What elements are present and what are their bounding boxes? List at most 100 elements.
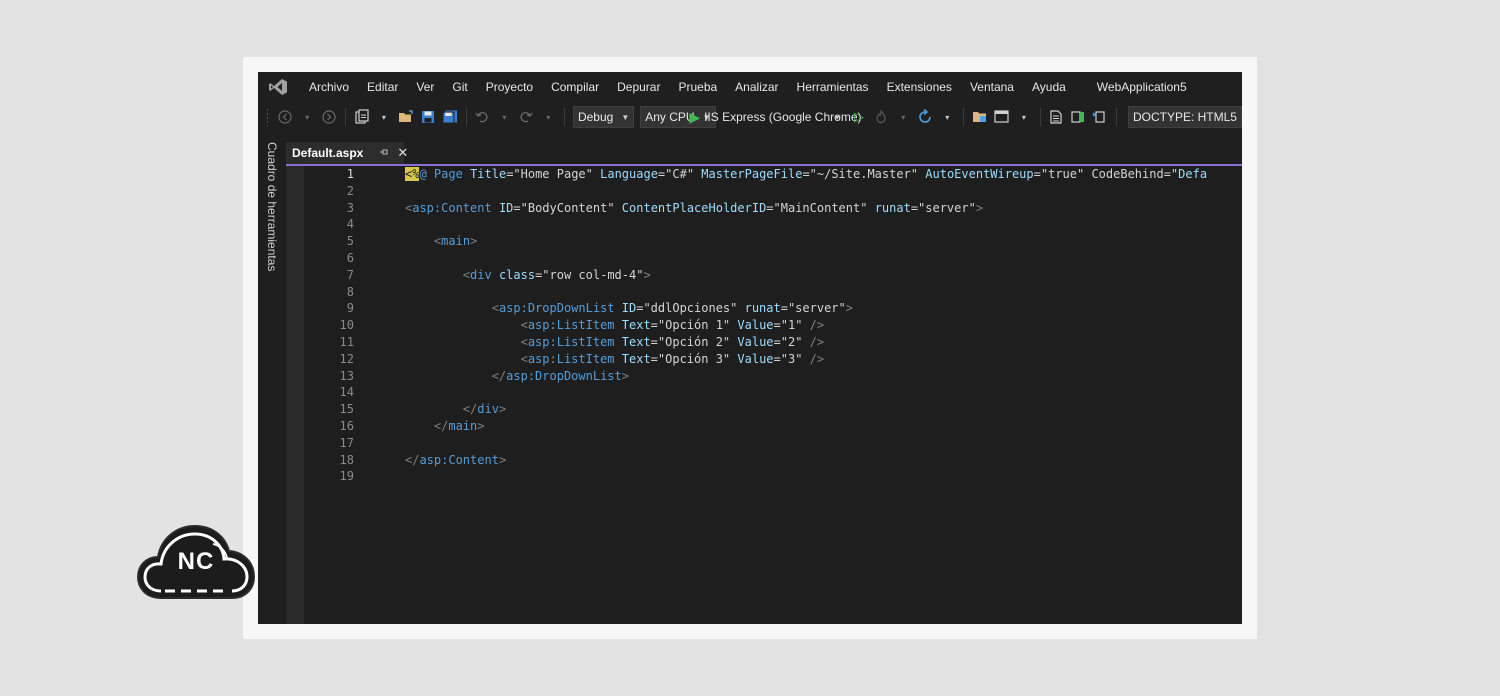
line-number: 2 bbox=[346, 183, 354, 198]
line-number: 13 bbox=[339, 368, 354, 383]
line-number: 3 bbox=[346, 200, 354, 215]
configuration-value: Debug bbox=[577, 110, 614, 124]
line-number: 10 bbox=[339, 318, 354, 333]
line-number: 12 bbox=[339, 351, 354, 366]
indicator-margin bbox=[286, 166, 304, 624]
menu-analizar[interactable]: Analizar bbox=[726, 80, 787, 94]
chevron-down-icon[interactable]: ▾ bbox=[493, 106, 515, 128]
menu-ventana[interactable]: Ventana bbox=[961, 80, 1023, 94]
pin-icon[interactable] bbox=[379, 147, 389, 160]
code-text-area[interactable]: <%@ Page Title="Home Page" Language="C#"… bbox=[405, 166, 1242, 624]
line-number: 19 bbox=[339, 469, 354, 484]
code-line[interactable]: <asp:ListItem Text="Opción 1" Value="1" … bbox=[405, 317, 1242, 334]
code-line[interactable] bbox=[405, 216, 1242, 233]
code-line[interactable] bbox=[405, 284, 1242, 301]
code-line[interactable]: <asp:ListItem Text="Opción 3" Value="3" … bbox=[405, 351, 1242, 368]
toolbar-separator bbox=[465, 108, 467, 126]
chevron-down-icon[interactable]: ▾ bbox=[892, 106, 914, 128]
standard-toolbar: ▾ ▾ ▾ ▾ Debug ▼ Any CPU ▼ ▶ IIS Express … bbox=[258, 102, 1242, 132]
nc-cloud-logo: NC bbox=[135, 522, 257, 604]
line-number: 8 bbox=[346, 284, 354, 299]
navigate-back-icon[interactable] bbox=[274, 106, 296, 128]
code-line[interactable]: <%@ Page Title="Home Page" Language="C#"… bbox=[405, 166, 1242, 183]
code-line[interactable]: </asp:DropDownList> bbox=[405, 368, 1242, 385]
code-line[interactable] bbox=[405, 435, 1242, 452]
code-line[interactable] bbox=[405, 468, 1242, 485]
line-number: 17 bbox=[339, 435, 354, 450]
hot-reload-fire-icon[interactable] bbox=[870, 106, 892, 128]
code-line[interactable] bbox=[405, 384, 1242, 401]
browse-files-icon[interactable] bbox=[969, 106, 991, 128]
code-line[interactable]: </asp:Content> bbox=[405, 452, 1242, 469]
menu-herramientas[interactable]: Herramientas bbox=[788, 80, 878, 94]
line-number: 14 bbox=[339, 385, 354, 400]
toolbar-separator bbox=[345, 108, 346, 126]
menu-ayuda[interactable]: Ayuda bbox=[1023, 80, 1075, 94]
line-number: 11 bbox=[339, 334, 354, 349]
code-line[interactable]: <asp:Content ID="BodyContent" ContentPla… bbox=[405, 200, 1242, 217]
play-outline-icon: ▷ bbox=[854, 109, 865, 124]
menu-proyecto[interactable]: Proyecto bbox=[477, 80, 542, 94]
save-all-icon[interactable] bbox=[439, 106, 461, 128]
code-line[interactable] bbox=[405, 183, 1242, 200]
toolbox-tab[interactable]: Cuadro de herramientas bbox=[263, 142, 281, 332]
menu-prueba[interactable]: Prueba bbox=[669, 80, 726, 94]
line-number: 9 bbox=[346, 301, 354, 316]
toolbar-separator bbox=[1116, 108, 1117, 126]
line-number: 1 bbox=[346, 167, 354, 181]
document-icon[interactable] bbox=[1045, 106, 1067, 128]
menu-archivo[interactable]: Archivo bbox=[300, 80, 358, 94]
visual-studio-window: Archivo Editar Ver Git Proyecto Compilar… bbox=[258, 72, 1242, 624]
doctype-dropdown[interactable]: DOCTYPE: HTML5 bbox=[1127, 106, 1242, 128]
line-number: 18 bbox=[339, 452, 354, 467]
start-debugging-button[interactable]: ▶ IIS Express (Google Chrome) bbox=[689, 106, 861, 128]
close-tab-icon[interactable]: ✕ bbox=[397, 145, 408, 161]
toolbar-separator bbox=[564, 108, 565, 126]
line-number: 16 bbox=[339, 418, 354, 433]
document-tab-strip: Default.aspx ✕ bbox=[286, 142, 1242, 166]
code-line[interactable]: <asp:DropDownList ID="ddlOpciones" runat… bbox=[405, 300, 1242, 317]
line-number-gutter: 1 2 3 4 5 6 7 8 9 10 11 12 13 14 15 16 17 18 19 bbox=[304, 166, 354, 624]
menu-git[interactable]: Git bbox=[443, 80, 476, 94]
menu-ver[interactable]: Ver bbox=[407, 80, 443, 94]
layout-window-icon[interactable] bbox=[991, 106, 1013, 128]
toolbar-separator bbox=[963, 108, 964, 126]
menu-editar[interactable]: Editar bbox=[358, 80, 407, 94]
navigate-forward-icon[interactable] bbox=[318, 106, 340, 128]
play-icon: ▶ bbox=[689, 108, 701, 125]
toolbar-grip[interactable] bbox=[266, 108, 269, 126]
comment-lines-icon[interactable] bbox=[1067, 106, 1089, 128]
code-line[interactable] bbox=[405, 250, 1242, 267]
menu-depurar[interactable]: Depurar bbox=[608, 80, 669, 94]
code-editor[interactable]: 1 2 3 4 5 6 7 8 9 10 11 12 13 14 15 16 17 18 19 <%@ Page T… bbox=[286, 166, 1242, 624]
chevron-down-icon[interactable]: ▾ bbox=[826, 106, 848, 128]
code-line[interactable]: </div> bbox=[405, 401, 1242, 418]
toolbox-tab-label: Cuadro de herramientas bbox=[265, 142, 279, 272]
menu-compilar[interactable]: Compilar bbox=[542, 80, 608, 94]
chevron-down-icon[interactable]: ▾ bbox=[537, 106, 559, 128]
new-project-icon[interactable] bbox=[351, 106, 373, 128]
uncomment-lines-icon[interactable] bbox=[1089, 106, 1111, 128]
chevron-down-icon[interactable]: ▾ bbox=[373, 106, 395, 128]
tab-default-aspx[interactable]: Default.aspx ✕ bbox=[286, 142, 408, 164]
code-line[interactable]: <div class="row col-md-4"> bbox=[405, 267, 1242, 284]
line-number: 7 bbox=[346, 267, 354, 282]
tool-window-strip: Cuadro de herramientas bbox=[258, 132, 286, 624]
line-number: 6 bbox=[346, 250, 354, 265]
chevron-down-icon[interactable]: ▾ bbox=[936, 106, 958, 128]
redo-icon[interactable] bbox=[515, 106, 537, 128]
open-folder-icon[interactable] bbox=[395, 106, 417, 128]
save-icon[interactable] bbox=[417, 106, 439, 128]
configuration-dropdown[interactable]: Debug ▼ bbox=[572, 106, 635, 128]
chevron-down-icon[interactable]: ▾ bbox=[1013, 106, 1035, 128]
undo-icon[interactable] bbox=[471, 106, 493, 128]
code-line[interactable]: </main> bbox=[405, 418, 1242, 435]
refresh-icon[interactable] bbox=[914, 106, 936, 128]
nc-logo-text: NC bbox=[177, 548, 215, 575]
start-without-debugging-button[interactable]: ▷ bbox=[848, 106, 870, 128]
code-line[interactable]: <asp:ListItem Text="Opción 2" Value="2" … bbox=[405, 334, 1242, 351]
menu-bar: Archivo Editar Ver Git Proyecto Compilar… bbox=[258, 72, 1242, 102]
code-line[interactable]: <main> bbox=[405, 233, 1242, 250]
chevron-down-icon[interactable]: ▾ bbox=[296, 106, 318, 128]
menu-extensiones[interactable]: Extensiones bbox=[878, 80, 961, 94]
